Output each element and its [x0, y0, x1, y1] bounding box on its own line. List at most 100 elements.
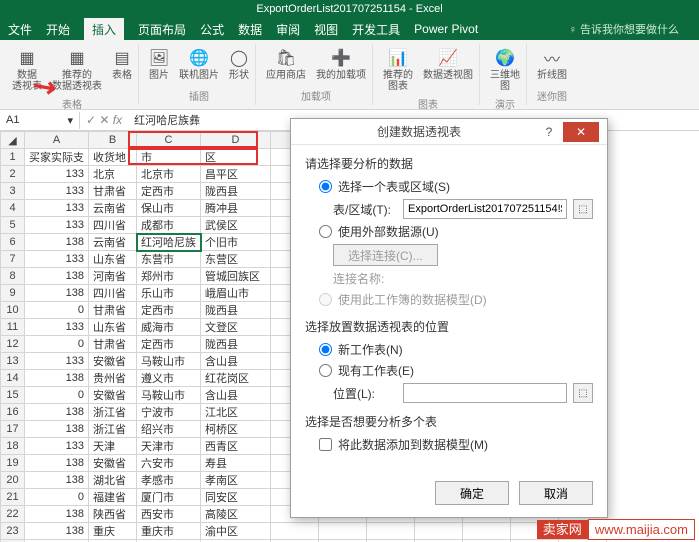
cell[interactable]: 遵义市: [137, 370, 201, 387]
cell[interactable]: 甘肃省: [89, 183, 137, 200]
cell[interactable]: 湖北省: [89, 472, 137, 489]
cell[interactable]: 138: [25, 370, 89, 387]
row-header[interactable]: 12: [1, 336, 25, 353]
cell[interactable]: 贵州省: [89, 370, 137, 387]
cell[interactable]: 133: [25, 438, 89, 455]
cell[interactable]: 北京市: [137, 166, 201, 183]
menu-insert[interactable]: 插入: [84, 18, 124, 41]
pivot-chart-button[interactable]: 📈数据透视图: [421, 46, 475, 83]
cell[interactable]: 重庆市: [137, 523, 201, 540]
row-header[interactable]: 20: [1, 472, 25, 489]
row-header[interactable]: 7: [1, 251, 25, 268]
cell[interactable]: 0: [25, 336, 89, 353]
row-header[interactable]: 8: [1, 268, 25, 285]
cell[interactable]: 山东省: [89, 251, 137, 268]
store-button[interactable]: 🛍应用商店: [264, 46, 308, 83]
row-header[interactable]: 14: [1, 370, 25, 387]
cell[interactable]: 孝南区: [201, 472, 271, 489]
pivot-table-button[interactable]: ▦数据 透视表: [10, 46, 44, 94]
cell[interactable]: 138: [25, 234, 89, 251]
cell[interactable]: 东营区: [201, 251, 271, 268]
cell[interactable]: 陕西省: [89, 506, 137, 523]
row-header[interactable]: 5: [1, 217, 25, 234]
menu-formulas[interactable]: 公式: [200, 21, 224, 38]
row-header[interactable]: 15: [1, 387, 25, 404]
menu-review[interactable]: 审阅: [276, 21, 300, 38]
row-header[interactable]: 10: [1, 302, 25, 319]
sparkline-button[interactable]: 〰折线图: [535, 46, 569, 83]
cell[interactable]: 马鞍山市: [137, 353, 201, 370]
cell[interactable]: 定西市: [137, 336, 201, 353]
cell[interactable]: 138: [25, 472, 89, 489]
cell[interactable]: 威海市: [137, 319, 201, 336]
cell[interactable]: 郑州市: [137, 268, 201, 285]
cell[interactable]: 安徽省: [89, 455, 137, 472]
select-all[interactable]: ◢: [1, 132, 25, 149]
cell[interactable]: 市: [137, 149, 201, 166]
cell[interactable]: 浙江省: [89, 404, 137, 421]
radio-existing-sheet[interactable]: 现有工作表(E): [319, 362, 593, 379]
cell[interactable]: 武侯区: [201, 217, 271, 234]
3d-map-button[interactable]: 🌍三维地 图: [488, 46, 522, 94]
cell[interactable]: 甘肃省: [89, 302, 137, 319]
row-header[interactable]: 21: [1, 489, 25, 506]
help-button[interactable]: ?: [539, 125, 559, 139]
rec-pivot-button[interactable]: ▦推荐的 数据透视表: [50, 46, 104, 94]
cell[interactable]: 江北区: [201, 404, 271, 421]
cell[interactable]: 红花岗区: [201, 370, 271, 387]
name-box[interactable]: A1▾: [0, 112, 80, 129]
radio-external[interactable]: 使用外部数据源(U): [319, 223, 593, 240]
cell[interactable]: 买家实际支: [25, 149, 89, 166]
cell[interactable]: 北京: [89, 166, 137, 183]
row-header[interactable]: 3: [1, 183, 25, 200]
cell[interactable]: 四川省: [89, 285, 137, 302]
cell[interactable]: 柯桥区: [201, 421, 271, 438]
range-picker-icon[interactable]: ⬚: [573, 199, 593, 219]
cell[interactable]: 定西市: [137, 302, 201, 319]
col-header[interactable]: B: [89, 132, 137, 149]
cell[interactable]: 云南省: [89, 234, 137, 251]
cell[interactable]: 西安市: [137, 506, 201, 523]
choose-conn-button[interactable]: 选择连接(C)...: [333, 244, 438, 266]
cell[interactable]: 0: [25, 489, 89, 506]
row-header[interactable]: 18: [1, 438, 25, 455]
location-picker-icon[interactable]: ⬚: [573, 383, 593, 403]
cell[interactable]: 133: [25, 319, 89, 336]
cell[interactable]: 腾冲县: [201, 200, 271, 217]
picture-button[interactable]: 🖼图片: [147, 46, 171, 83]
cell[interactable]: 天津: [89, 438, 137, 455]
menu-dev[interactable]: 开发工具: [352, 21, 400, 38]
cell[interactable]: 昌平区: [201, 166, 271, 183]
cell[interactable]: 定西市: [137, 183, 201, 200]
cell[interactable]: 安徽省: [89, 353, 137, 370]
myaddin-button[interactable]: ➕我的加载项: [314, 46, 368, 83]
row-header[interactable]: 6: [1, 234, 25, 251]
row-header[interactable]: 2: [1, 166, 25, 183]
cell[interactable]: 138: [25, 285, 89, 302]
cell[interactable]: 寿县: [201, 455, 271, 472]
menu-view[interactable]: 视图: [314, 21, 338, 38]
col-header[interactable]: D: [201, 132, 271, 149]
cell[interactable]: 133: [25, 183, 89, 200]
shapes-button[interactable]: ◯形状: [227, 46, 251, 83]
cell[interactable]: 含山县: [201, 387, 271, 404]
cell[interactable]: 宁波市: [137, 404, 201, 421]
cell[interactable]: 0: [25, 302, 89, 319]
row-header[interactable]: 16: [1, 404, 25, 421]
cell[interactable]: 陇西县: [201, 302, 271, 319]
cell[interactable]: 四川省: [89, 217, 137, 234]
cell[interactable]: 东营市: [137, 251, 201, 268]
checkbox-multi-table[interactable]: 将此数据添加到数据模型(M): [319, 436, 593, 453]
cell[interactable]: 133: [25, 353, 89, 370]
cell[interactable]: 浙江省: [89, 421, 137, 438]
cell[interactable]: 133: [25, 217, 89, 234]
dropdown-icon[interactable]: ▾: [67, 114, 73, 127]
cell[interactable]: 138: [25, 404, 89, 421]
rec-chart-button[interactable]: 📊推荐的 图表: [381, 46, 415, 94]
cell[interactable]: 收货地: [89, 149, 137, 166]
col-header[interactable]: A: [25, 132, 89, 149]
cell[interactable]: 孝感市: [137, 472, 201, 489]
cell[interactable]: 138: [25, 506, 89, 523]
cell[interactable]: 高陵区: [201, 506, 271, 523]
row-header[interactable]: 17: [1, 421, 25, 438]
